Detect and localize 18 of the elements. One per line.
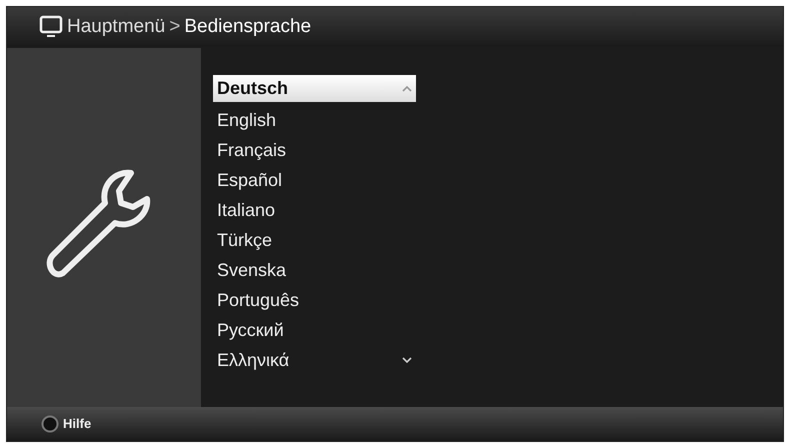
scroll-up-icon: [402, 86, 412, 92]
language-item[interactable]: Italiano: [213, 195, 416, 225]
breadcrumb-item: Bediensprache: [184, 14, 312, 39]
language-item[interactable]: Deutsch: [213, 75, 416, 102]
help-label: Hilfe: [63, 415, 92, 434]
language-item[interactable]: Svenska: [213, 255, 416, 285]
language-item[interactable]: Português: [213, 285, 416, 315]
tv-icon: [39, 15, 63, 39]
language-item[interactable]: Ελληνικά: [213, 345, 416, 375]
language-item[interactable]: Türkçe: [213, 225, 416, 255]
language-item[interactable]: English: [213, 105, 416, 135]
breadcrumb-separator: >: [169, 14, 180, 39]
language-item[interactable]: Español: [213, 165, 416, 195]
remote-button-icon: [41, 415, 59, 433]
language-item[interactable]: Русский: [213, 315, 416, 345]
scroll-down-icon: [402, 357, 412, 363]
breadcrumb-item[interactable]: Hauptmenü: [67, 12, 166, 42]
language-item[interactable]: Français: [213, 135, 416, 165]
